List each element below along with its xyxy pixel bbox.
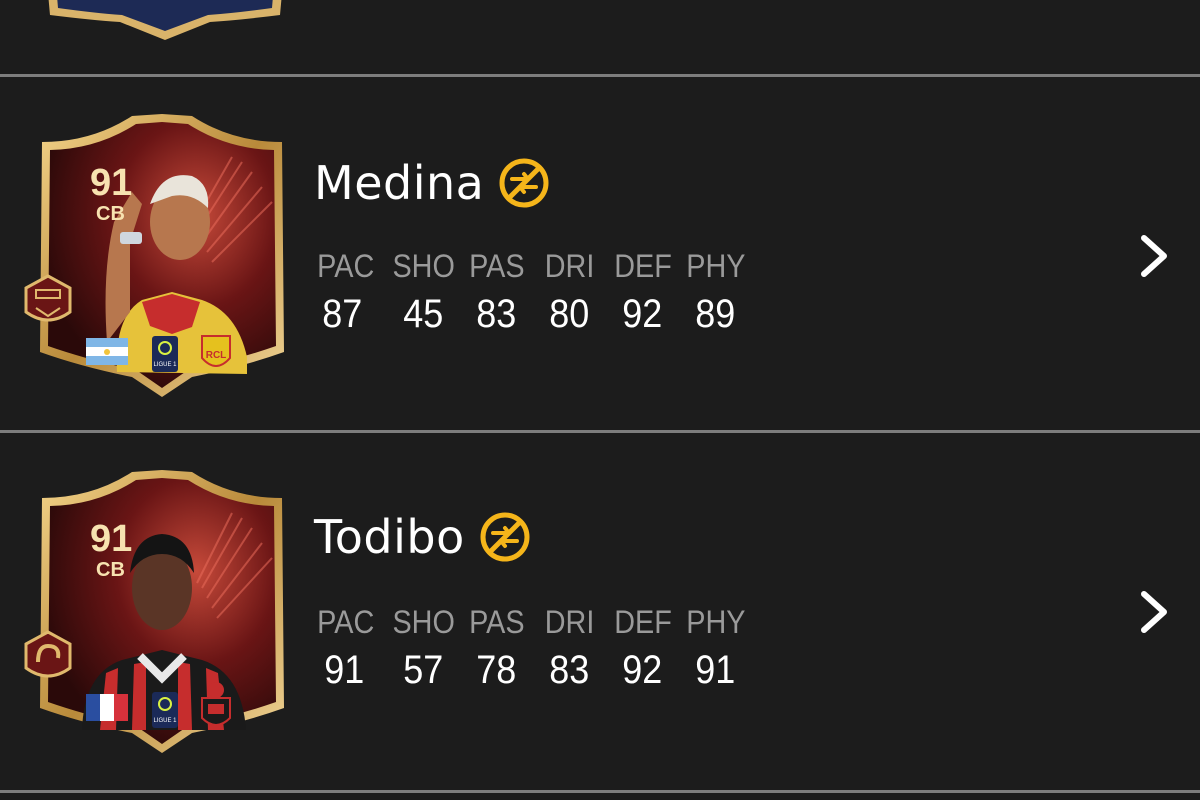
stat-value: 78 — [476, 648, 517, 692]
player-card[interactable]: LIGUE 1 RCL 91 CB — [22, 112, 302, 402]
stat-value: 45 — [403, 292, 444, 336]
stat-value: 92 — [622, 292, 663, 336]
stat-phy: PHY 89 — [679, 250, 752, 334]
chevron-right-icon[interactable] — [1136, 234, 1172, 278]
stat-def: DEF 92 — [606, 250, 679, 334]
player-name: Medina — [314, 156, 485, 210]
player-name: Todibo — [314, 510, 465, 564]
player-position: CB — [96, 203, 125, 225]
stat-label: SHO — [392, 248, 455, 284]
svg-text:LIGUE 1: LIGUE 1 — [153, 362, 177, 368]
stat-def: DEF 92 — [606, 606, 679, 690]
player-card-art: LIGUE 1 RCL — [24, 114, 284, 397]
stat-value: 89 — [695, 292, 736, 336]
stat-label: DRI — [544, 248, 595, 284]
stat-value: 57 — [403, 648, 444, 692]
player-row-todibo[interactable]: LIGUE 1 91 CB Todibo PAC 91 SHO 57 PAS 7… — [0, 433, 1200, 788]
player-rating: 91 — [90, 162, 133, 204]
stat-pac: PAC 87 — [314, 250, 387, 334]
previous-player-card[interactable]: EFL — [40, 0, 290, 40]
swap-badge-icon — [480, 512, 530, 562]
stat-label: DEF — [613, 604, 672, 640]
ligue-1-logo: LIGUE 1 — [152, 692, 178, 728]
stat-value: 92 — [622, 648, 663, 692]
stat-label: PAC — [317, 604, 375, 640]
stat-label: DRI — [544, 604, 595, 640]
player-rating: 91 — [90, 518, 133, 560]
stat-value: 91 — [695, 648, 736, 692]
stat-value: 87 — [322, 292, 363, 336]
player-name-line: Todibo — [314, 511, 531, 563]
player-card-art: LIGUE 1 — [24, 470, 284, 753]
stat-value: 83 — [476, 292, 517, 336]
player-stats: PAC 91 SHO 57 PAS 78 DRI 83 DEF 92 PHY 9… — [314, 606, 752, 690]
stat-pac: PAC 91 — [314, 606, 387, 690]
stat-label: DEF — [613, 248, 672, 284]
player-row-medina[interactable]: LIGUE 1 RCL 91 CB Medina PAC 87 SHO 45 P… — [0, 77, 1200, 432]
stat-value: 83 — [549, 648, 590, 692]
stat-label: PHY — [685, 248, 746, 284]
rc-lens-crest: RCL — [201, 335, 231, 367]
stat-label: PAC — [317, 248, 375, 284]
list-divider — [0, 790, 1200, 793]
argentina-flag — [86, 338, 128, 365]
stat-pas: PAS 78 — [460, 606, 533, 690]
previous-card-art: EFL — [48, 0, 282, 40]
stat-dri: DRI 80 — [533, 250, 606, 334]
player-card[interactable]: LIGUE 1 91 CB — [22, 468, 302, 758]
stat-phy: PHY 91 — [679, 606, 752, 690]
player-position: CB — [96, 559, 125, 581]
stat-label: PHY — [685, 604, 746, 640]
stat-value: 80 — [549, 292, 590, 336]
swap-badge-icon — [499, 158, 549, 208]
ligue-1-logo: LIGUE 1 — [152, 336, 178, 372]
svg-text:RCL: RCL — [206, 350, 227, 361]
stat-label: PAS — [468, 248, 525, 284]
player-stats: PAC 87 SHO 45 PAS 83 DRI 80 DEF 92 PHY 8… — [314, 250, 752, 334]
stat-label: PAS — [468, 604, 525, 640]
stat-label: SHO — [392, 604, 455, 640]
france-flag — [86, 694, 128, 721]
stat-sho: SHO 45 — [387, 250, 460, 334]
stat-value: 91 — [324, 648, 365, 692]
player-name-line: Medina — [314, 157, 550, 209]
stat-dri: DRI 83 — [533, 606, 606, 690]
chevron-right-icon[interactable] — [1136, 590, 1172, 634]
svg-text:LIGUE 1: LIGUE 1 — [153, 718, 177, 724]
stat-pas: PAS 83 — [460, 250, 533, 334]
stat-sho: SHO 57 — [387, 606, 460, 690]
